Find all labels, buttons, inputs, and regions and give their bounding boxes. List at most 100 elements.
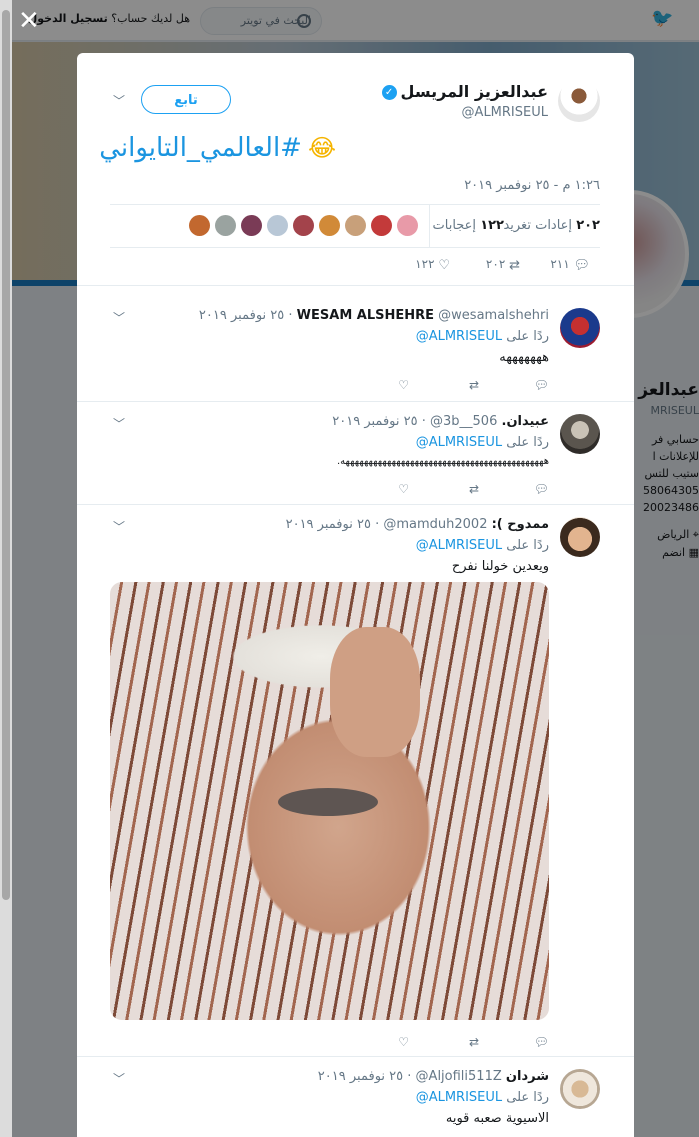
avatar[interactable]: [560, 517, 600, 557]
replying-prefix: ردًا على: [506, 435, 549, 450]
author-name-row[interactable]: عبدالعزيز المريسل ✓: [381, 82, 548, 101]
avatar[interactable]: [560, 308, 600, 348]
tweet-modal: عبدالعزيز المريسل ✓ @ALMRISEUL تابع ﹀ 😂#ا…: [77, 53, 634, 1137]
reply-date[interactable]: ٢٥ نوفمبر ٢٠١٩: [318, 1069, 403, 1084]
reply-handle[interactable]: @Aljofili511Z: [416, 1069, 502, 1084]
hashtag-link[interactable]: #العالمي_التايواني: [99, 133, 302, 163]
replying-to-link[interactable]: @ALMRISEUL: [416, 1090, 502, 1105]
chevron-down-icon[interactable]: ﹀: [111, 1072, 125, 1086]
likes-label: إعجابات: [432, 218, 477, 233]
tweet-text: 😂#العالمي_التايواني: [99, 133, 336, 163]
replying-to: ردًا على @ALMRISEUL: [416, 329, 549, 344]
photo-detail: [330, 627, 420, 757]
close-icon[interactable]: ✕: [18, 8, 44, 34]
author-name[interactable]: عبدالعزيز المريسل: [401, 82, 548, 101]
reply-icon: 💬︎: [573, 258, 590, 273]
liker-avatar[interactable]: [397, 215, 418, 236]
tweet-timestamp[interactable]: ١:٢٦ م - ٢٥ نوفمبر ٢٠١٩: [464, 178, 600, 193]
tweet-actions: 💬︎ ٢١١ ⇄ ٢٠٢ ♡ ١٢٢: [110, 257, 600, 273]
reply-photo[interactable]: [110, 582, 549, 1020]
heart-icon[interactable]: ♡: [398, 1035, 409, 1049]
replying-to: ردًا على @ALMRISEUL: [416, 538, 549, 553]
retweet-icon[interactable]: ⇄: [469, 378, 479, 392]
reply-author-name[interactable]: WESAM ALSHEHRE: [297, 308, 434, 323]
liker-avatar[interactable]: [319, 215, 340, 236]
replying-prefix: ردًا على: [506, 329, 549, 344]
retweets-label: إعادات تغريد: [503, 218, 573, 233]
reply-tweet[interactable]: شردان @Aljofili511Z · ٢٥ نوفمبر ٢٠١٩ ﹀ ر…: [77, 1057, 634, 1137]
reply-action[interactable]: 💬︎ ٢١١: [550, 257, 590, 273]
reply-actions: 💬︎ ⇄ ♡: [189, 1035, 549, 1051]
likes-count: ١٢٢: [480, 218, 504, 233]
reply-handle[interactable]: @wesamalshehri: [438, 308, 549, 323]
follow-button[interactable]: تابع: [141, 85, 231, 114]
reply-icon[interactable]: 💬︎: [534, 482, 549, 496]
reply-header: شردان @Aljofili511Z · ٢٥ نوفمبر ٢٠١٩: [317, 1069, 549, 1084]
chevron-down-icon[interactable]: ﹀: [111, 520, 125, 534]
reply-icon[interactable]: 💬︎: [534, 378, 549, 392]
reply-tweet[interactable]: عبيدان. @3b__506 · ٢٥ نوفمبر ٢٠١٩ ﹀ ردًا…: [77, 402, 634, 505]
reply-tweet[interactable]: WESAM ALSHEHRE @wesamalshehri · ٢٥ نوفمب…: [77, 296, 634, 402]
face-with-tears-of-joy-icon: 😂: [307, 134, 336, 162]
liker-avatar[interactable]: [345, 215, 366, 236]
reply-handle[interactable]: @mamduh2002: [383, 517, 487, 532]
replying-to-link[interactable]: @ALMRISEUL: [416, 538, 502, 553]
replying-to: ردًا على @ALMRISEUL: [416, 435, 549, 450]
chevron-down-icon[interactable]: ﹀: [111, 94, 125, 108]
reply-header: عبيدان. @3b__506 · ٢٥ نوفمبر ٢٠١٩: [332, 414, 549, 429]
reply-text: الاسيوية صعبه قويه: [445, 1111, 549, 1126]
reply-author-name[interactable]: عبيدان.: [502, 414, 550, 429]
retweets-stat[interactable]: ٢٠٢ إعادات تغريد: [503, 218, 600, 233]
reply-actions: 💬︎ ⇄ ♡: [189, 378, 549, 394]
replying-to-link[interactable]: @ALMRISEUL: [416, 435, 502, 450]
reply-count: ٢١١: [550, 257, 570, 271]
retweet-icon[interactable]: ⇄: [469, 482, 479, 496]
liker-avatar[interactable]: [267, 215, 288, 236]
reply-author-name[interactable]: شردان: [506, 1069, 549, 1084]
reply-handle[interactable]: @3b__506: [430, 414, 497, 429]
avatar[interactable]: [560, 1069, 600, 1109]
heart-icon[interactable]: ♡: [398, 378, 409, 392]
author-handle[interactable]: @ALMRISEUL: [462, 105, 548, 120]
reply-icon[interactable]: 💬︎: [534, 1035, 549, 1049]
verified-badge-icon: ✓: [381, 85, 397, 100]
reply-actions: 💬︎ ⇄ ♡: [189, 482, 549, 498]
reply-text: هههههههه: [499, 350, 549, 365]
reply-text: هههههههههههههههههههههههههههههههههههههههه…: [336, 456, 549, 467]
liker-avatar[interactable]: [189, 215, 210, 236]
reply-header: WESAM ALSHEHRE @wesamalshehri · ٢٥ نوفمب…: [198, 308, 549, 323]
chevron-down-icon[interactable]: ﹀: [111, 311, 125, 325]
liker-avatar[interactable]: [241, 215, 262, 236]
scrollbar-thumb[interactable]: [2, 10, 10, 900]
photo-detail: [278, 788, 378, 816]
tweet-stats: ٢٠٢ إعادات تغريد ١٢٢ إعجابات: [110, 204, 600, 248]
reply-date[interactable]: ٢٥ نوفمبر ٢٠١٩: [199, 308, 284, 323]
retweet-icon[interactable]: ⇄: [469, 1035, 479, 1049]
reply-author-name[interactable]: ممدوح ):: [492, 517, 549, 532]
reply-tweet[interactable]: ممدوح ): @mamduh2002 · ٢٥ نوفمبر ٢٠١٩ ﹀ …: [77, 505, 634, 1057]
replying-to-link[interactable]: @ALMRISEUL: [416, 329, 502, 344]
retweets-count: ٢٠٢: [576, 218, 600, 233]
reply-date[interactable]: ٢٥ نوفمبر ٢٠١٩: [286, 517, 371, 532]
liker-avatar[interactable]: [215, 215, 236, 236]
avatar[interactable]: [558, 80, 600, 122]
chevron-down-icon[interactable]: ﹀: [111, 417, 125, 431]
like-count: ١٢٢: [415, 257, 435, 271]
page-scrollbar[interactable]: [0, 0, 12, 1137]
heart-icon: ♡: [438, 258, 450, 273]
main-tweet: عبدالعزيز المريسل ✓ @ALMRISEUL تابع ﹀ 😂#ا…: [77, 53, 634, 286]
avatar[interactable]: [560, 414, 600, 454]
replying-prefix: ردًا على: [506, 1090, 549, 1105]
like-action[interactable]: ♡ ١٢٢: [415, 257, 450, 273]
replying-prefix: ردًا على: [506, 538, 549, 553]
liker-avatar[interactable]: [371, 215, 392, 236]
retweet-action[interactable]: ⇄ ٢٠٢: [486, 257, 520, 273]
retweet-count: ٢٠٢: [485, 257, 506, 271]
replying-to: ردًا على @ALMRISEUL: [416, 1090, 549, 1105]
liker-avatar[interactable]: [293, 215, 314, 236]
reply-date[interactable]: ٢٥ نوفمبر ٢٠١٩: [332, 414, 417, 429]
heart-icon[interactable]: ♡: [398, 482, 409, 496]
reply-header: ممدوح ): @mamduh2002 · ٢٥ نوفمبر ٢٠١٩: [285, 517, 549, 532]
reply-text: ويعدين خولنا نفرح: [451, 559, 549, 574]
likes-stat[interactable]: ١٢٢ إعجابات: [433, 218, 505, 233]
